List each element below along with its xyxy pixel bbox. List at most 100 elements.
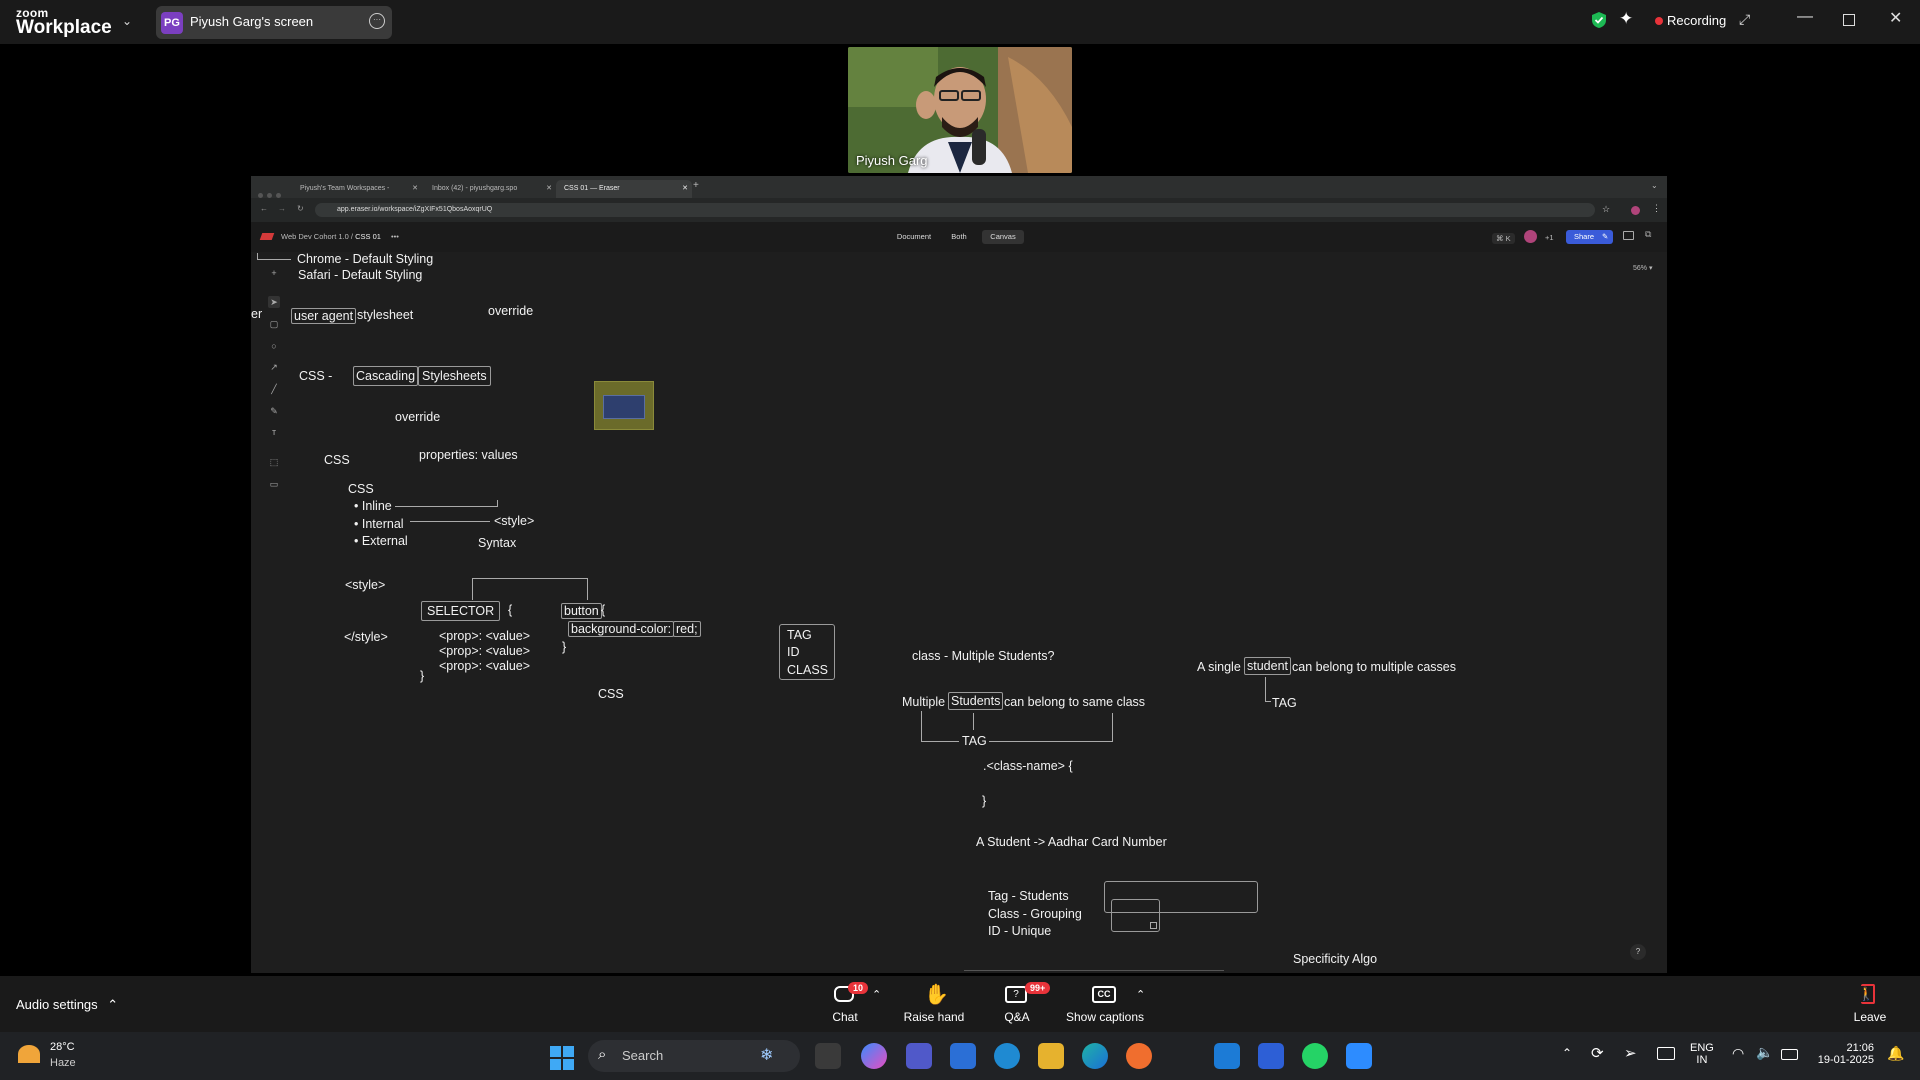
- forward-icon[interactable]: →: [278, 204, 286, 213]
- comment-icon[interactable]: ▭: [268, 478, 280, 490]
- language-code: ENG: [1690, 1042, 1714, 1054]
- chevron-down-icon[interactable]: ⌄: [1651, 181, 1658, 190]
- zoom-level[interactable]: 56% ▾: [1633, 264, 1652, 272]
- teams-icon[interactable]: [906, 1043, 932, 1069]
- file-explorer-icon[interactable]: [1038, 1043, 1064, 1069]
- canvas-text: CSS: [348, 482, 374, 496]
- text-icon[interactable]: ᴛ: [268, 426, 280, 438]
- reload-icon[interactable]: ↻: [297, 204, 304, 213]
- line-icon[interactable]: ╱: [268, 383, 280, 395]
- circle-icon[interactable]: ○: [268, 340, 280, 352]
- help-icon[interactable]: [994, 1043, 1020, 1069]
- keyboard-icon[interactable]: [1657, 1047, 1675, 1060]
- expand-icon[interactable]: ⤢: [1739, 11, 1750, 28]
- help-button[interactable]: ?: [1630, 944, 1646, 960]
- brave-icon[interactable]: [1126, 1043, 1152, 1069]
- recording-label[interactable]: Recording: [1667, 13, 1726, 28]
- breadcrumb[interactable]: Web Dev Cohort 1.0 / CSS 01 •••: [281, 232, 399, 241]
- resize-handle[interactable]: [1150, 922, 1157, 929]
- notification-bell-icon[interactable]: 🔔: [1887, 1045, 1904, 1062]
- whatsapp-icon[interactable]: [1302, 1043, 1328, 1069]
- command-shortcut[interactable]: ⌘ K: [1492, 233, 1515, 244]
- canvas-text: ID: [787, 645, 800, 659]
- eraser-logo-icon[interactable]: [259, 233, 275, 240]
- pen-icon[interactable]: ✎: [268, 405, 280, 417]
- rectangle-icon[interactable]: ▢: [268, 318, 280, 330]
- qa-button[interactable]: ? 99+ Q&A: [997, 982, 1051, 1026]
- qa-count-badge: 99+: [1025, 982, 1051, 994]
- restore-icon[interactable]: [1843, 14, 1855, 26]
- minimize-icon[interactable]: —: [1797, 8, 1813, 26]
- canvas-text: }: [420, 669, 425, 683]
- chevron-up-icon[interactable]: ⌃: [1136, 988, 1145, 1001]
- raise-hand-label: Raise hand: [903, 1010, 965, 1024]
- canvas-text: Syntax: [478, 536, 517, 550]
- close-icon[interactable]: ✕: [1889, 8, 1902, 28]
- canvas-text: Safari - Default Styling: [298, 268, 423, 282]
- url-bar[interactable]: app.eraser.io/workspace/iZgXIFx51QbosAox…: [315, 203, 1595, 217]
- add-icon[interactable]: +: [268, 267, 280, 279]
- chat-button[interactable]: 10 Chat: [826, 982, 869, 1026]
- date: 19-01-2025: [1817, 1054, 1874, 1066]
- send-icon[interactable]: ➢: [1624, 1044, 1637, 1062]
- browser-tab[interactable]: Piyush's Team Workspaces - ✕: [292, 180, 422, 198]
- show-captions-button[interactable]: CC Show captions: [1064, 982, 1146, 1026]
- canvas-text: CLASS: [787, 663, 828, 677]
- canvas-text: Chrome - Default Styling: [297, 252, 434, 266]
- connector-line: [921, 741, 959, 742]
- arrow-icon[interactable]: ↗: [268, 361, 280, 373]
- browser-tab-active[interactable]: CSS 01 — Eraser ✕: [556, 180, 692, 198]
- comment-icon[interactable]: [1623, 231, 1634, 240]
- chevron-up-icon[interactable]: ⌃: [1562, 1046, 1572, 1060]
- more-options-icon[interactable]: ···: [369, 13, 385, 29]
- pointer-icon[interactable]: ➤: [268, 296, 280, 308]
- star-icon[interactable]: ☆: [1602, 204, 1610, 215]
- history-icon[interactable]: ⧉: [1645, 229, 1651, 240]
- leave-button[interactable]: 🚶 Leave: [1854, 982, 1886, 1026]
- share-button[interactable]: Share ✎: [1566, 230, 1613, 244]
- avatar[interactable]: [1524, 230, 1537, 243]
- captions-icon: CC: [1092, 986, 1116, 1003]
- windows-start-icon[interactable]: [550, 1046, 574, 1070]
- canvas-text: {: [601, 603, 606, 617]
- canvas-text: }: [982, 794, 987, 808]
- battery-icon[interactable]: [1781, 1049, 1798, 1060]
- canvas-text: A single: [1197, 660, 1241, 674]
- back-icon[interactable]: ←: [260, 204, 268, 213]
- connector-line: [472, 578, 473, 600]
- connector-line: [497, 500, 498, 507]
- task-view-icon[interactable]: [815, 1043, 841, 1069]
- chevron-up-icon[interactable]: ⌃: [872, 988, 881, 1001]
- clock[interactable]: 21:06 19-01-2025: [1810, 1042, 1874, 1066]
- store-icon[interactable]: [950, 1043, 976, 1069]
- volume-icon[interactable]: 🔈: [1756, 1044, 1773, 1061]
- audio-settings-button[interactable]: Audio settings ⌃: [16, 997, 118, 1013]
- sticky-note[interactable]: [594, 381, 654, 430]
- canvas-box: background-color:: [568, 621, 675, 637]
- wifi-icon[interactable]: ◠: [1732, 1045, 1744, 1062]
- vscode-icon[interactable]: [1214, 1043, 1240, 1069]
- mode-both[interactable]: Both: [942, 230, 976, 244]
- raise-hand-button[interactable]: ✋ Raise hand: [901, 982, 967, 1026]
- shield-icon[interactable]: [1591, 11, 1607, 29]
- edge-icon[interactable]: [1082, 1043, 1108, 1069]
- browser-menu-icon[interactable]: ⋮: [1652, 203, 1661, 214]
- canvas-text: • External: [354, 534, 408, 548]
- mode-canvas[interactable]: Canvas: [982, 230, 1024, 244]
- connector-line: [973, 713, 974, 730]
- notes-icon[interactable]: [1258, 1043, 1284, 1069]
- sparkle-icon[interactable]: ✦: [1619, 9, 1633, 29]
- taskbar-search[interactable]: ⌕ Search ❄: [588, 1040, 800, 1072]
- copilot-icon[interactable]: [861, 1043, 887, 1069]
- sync-icon[interactable]: ⟳: [1591, 1044, 1604, 1062]
- frame-icon[interactable]: ⬚: [268, 456, 280, 468]
- language-indicator[interactable]: ENG IN: [1690, 1042, 1714, 1066]
- chevron-down-icon[interactable]: ⌄: [122, 14, 132, 28]
- mode-document[interactable]: Document: [892, 230, 936, 244]
- profile-avatar[interactable]: [1631, 206, 1640, 215]
- zoom-app-icon[interactable]: [1346, 1043, 1372, 1069]
- new-tab-icon[interactable]: +: [693, 180, 699, 191]
- browser-tab[interactable]: Inbox (42) - piyushgarg.spo ✕: [424, 180, 556, 198]
- avatar: PG: [161, 12, 183, 34]
- weather-temp: 28°C: [50, 1041, 75, 1053]
